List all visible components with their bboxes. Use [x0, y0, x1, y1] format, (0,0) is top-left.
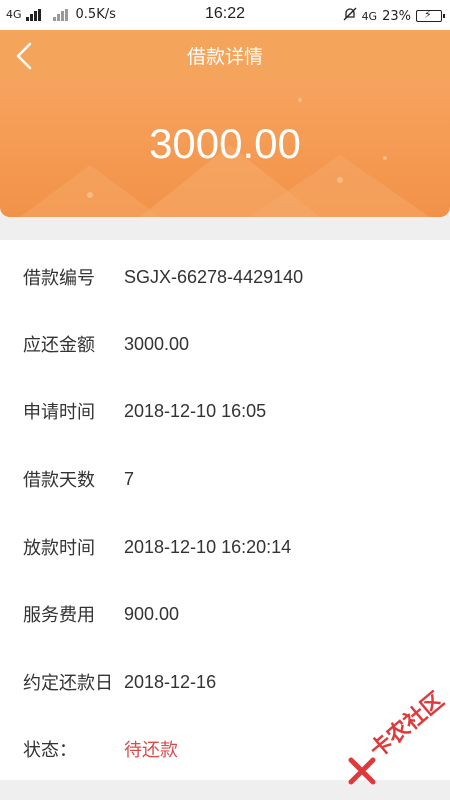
detail-value: 2018-12-10 16:05: [124, 400, 267, 421]
detail-value: 3000.00: [124, 333, 190, 354]
watermark-icon: [348, 757, 376, 785]
nav-bar: 借款详情: [0, 30, 450, 80]
battery-icon: ⚡: [416, 8, 445, 22]
network-type-right: 4G: [361, 9, 378, 23]
detail-row-disburse-time: 放款时间 2018-12-10 16:20:14: [0, 532, 450, 562]
loan-details-card: 借款编号 SGJX-66278-4429140 应还金额 3000.00 申请时…: [0, 240, 450, 780]
detail-row-service-fee: 服务费用 900.00: [0, 599, 450, 629]
loan-amount: 3000.00: [149, 120, 301, 167]
detail-label: 约定还款日: [23, 673, 113, 694]
battery-percent: 23%: [382, 8, 411, 24]
detail-label: 借款天数: [23, 470, 95, 491]
status-value: 待还款: [124, 740, 178, 761]
detail-value: SGJX-66278-4429140: [124, 266, 304, 287]
detail-label: 借款编号: [23, 268, 95, 289]
detail-label: 状态：: [23, 740, 77, 761]
detail-value: 7: [124, 468, 135, 489]
amount-banner: 3000.00: [0, 80, 450, 217]
mute-icon: [343, 7, 357, 25]
detail-value: 2018-12-10 16:20:14: [124, 536, 292, 557]
detail-row-loan-days: 借款天数 7: [0, 464, 450, 494]
detail-row-amount-due: 应还金额 3000.00: [0, 329, 450, 359]
watermark-logo: 卡农社区: [345, 688, 450, 788]
detail-label: 服务费用: [23, 605, 95, 626]
detail-value: 900.00: [124, 603, 180, 624]
detail-row-apply-time: 申请时间 2018-12-10 16:05: [0, 396, 450, 426]
detail-value: 2018-12-16: [124, 671, 217, 692]
page-title: 借款详情: [186, 46, 263, 68]
detail-row-loan-number: 借款编号 SGJX-66278-4429140: [0, 262, 450, 292]
detail-row-due-date: 约定还款日 2018-12-16: [0, 667, 450, 697]
status-right: 4G 23% ⚡: [343, 7, 445, 25]
detail-label: 应还金额: [23, 335, 95, 356]
detail-label: 申请时间: [23, 402, 95, 423]
status-bar: 4G 0.5K/s 16:22 4G 23% ⚡: [0, 0, 450, 30]
detail-label: 放款时间: [23, 538, 95, 559]
